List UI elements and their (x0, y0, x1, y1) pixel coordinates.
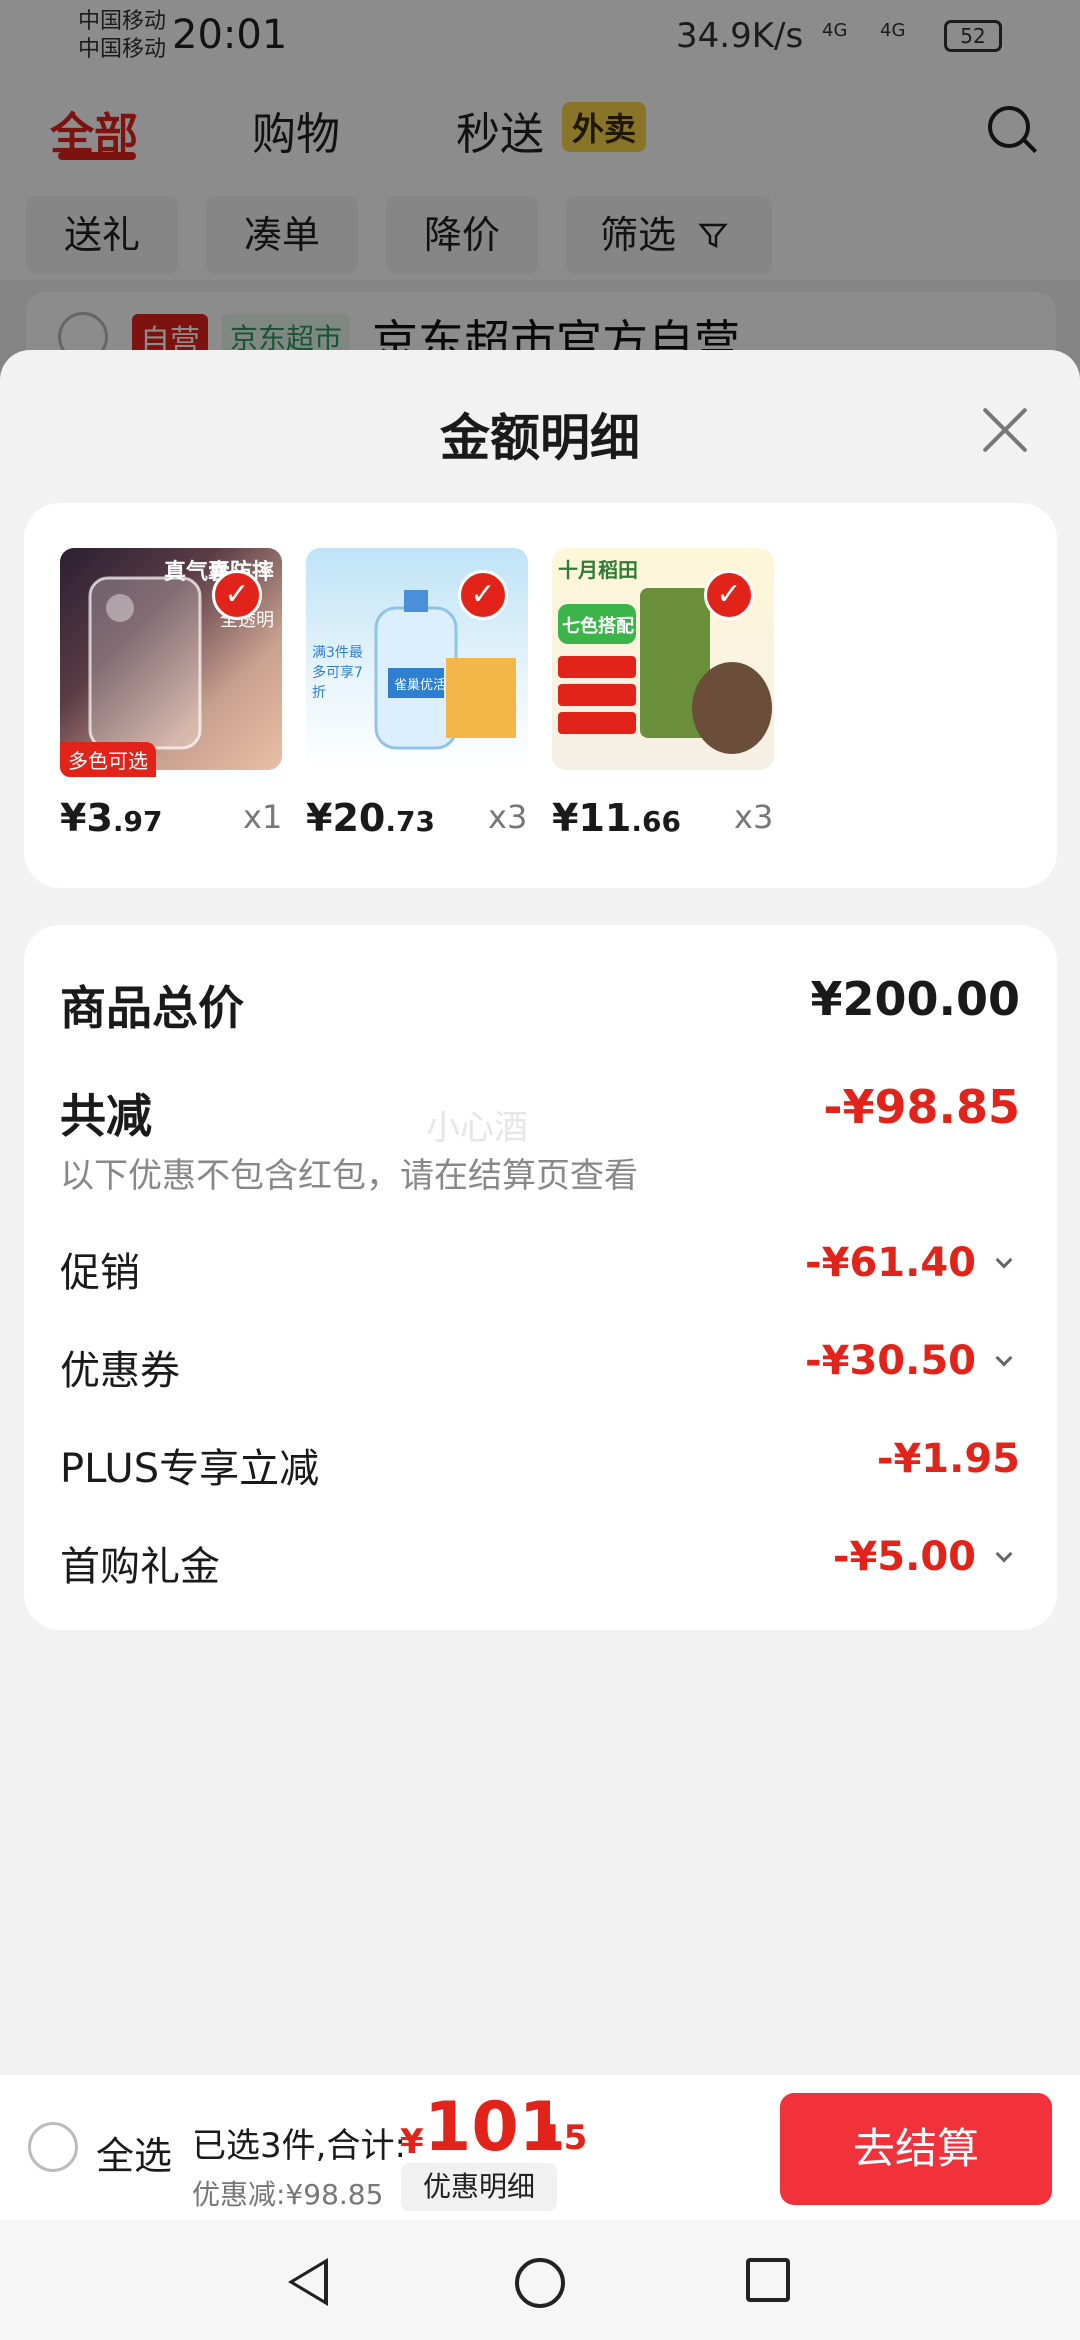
discount-note: 以下优惠不包含红包，请在结算页查看 (60, 1156, 638, 1196)
product-image-text: 七色搭配 (562, 616, 634, 637)
product-price: ¥20.73 (306, 796, 435, 840)
product-price: ¥3.97 (60, 796, 163, 840)
coupon-label: 优惠券 (60, 1348, 180, 1394)
promotion-label: 促销 (60, 1250, 140, 1296)
product-price: ¥11.66 (552, 796, 681, 840)
product-quantity: x1 (243, 798, 283, 836)
coupon-value[interactable]: -¥30.50 (805, 1338, 976, 1384)
total-reduction-value: -¥98.85 (823, 1080, 1020, 1134)
product-checked-icon[interactable]: ✓ (704, 570, 754, 620)
select-all-radio[interactable] (28, 2122, 78, 2172)
product-brand-text: 十月稻田 (558, 558, 638, 582)
total-reduction-label: 共减 (60, 1089, 152, 1143)
sheet-title: 金额明细 (440, 409, 640, 467)
product-checked-icon[interactable]: ✓ (458, 570, 508, 620)
select-all-label[interactable]: 全选 (96, 2125, 172, 2180)
total-price-value: ¥200.00 (810, 972, 1020, 1026)
product-quantity: x3 (488, 798, 528, 836)
watermark-text: 小心酒 (426, 1108, 528, 1148)
discount-amount-text: 优惠减:¥98.85 (192, 2178, 384, 2211)
total-price-label: 商品总价 (60, 981, 244, 1035)
total-amount-cents: .15 (527, 2118, 588, 2158)
checkout-button[interactable]: 去结算 (780, 2093, 1052, 2205)
discount-detail-button[interactable]: 优惠明细 (401, 2163, 557, 2211)
total-currency: ¥ (400, 2122, 424, 2162)
close-icon[interactable] (975, 400, 1035, 460)
multi-color-tag: 多色可选 (60, 742, 156, 777)
plus-discount-value: -¥1.95 (876, 1436, 1020, 1482)
first-purchase-gift-value[interactable]: -¥5.00 (833, 1534, 976, 1580)
product-quantity: x3 (734, 798, 774, 836)
product-brand-text: 雀巢优活 (394, 678, 447, 693)
product-checked-icon[interactable]: ✓ (212, 570, 262, 620)
back-icon[interactable] (288, 2258, 328, 2306)
first-purchase-gift-label: 首购礼金 (60, 1544, 220, 1590)
home-icon[interactable] (515, 2258, 565, 2308)
selected-count-text: 已选3件,合计: (192, 2126, 406, 2166)
plus-discount-label: PLUS专享立减 (60, 1446, 320, 1492)
product-image-text: 满3件最多可享7折 (312, 645, 363, 701)
recent-apps-icon[interactable] (746, 2258, 790, 2302)
promotion-value[interactable]: -¥61.40 (805, 1240, 976, 1286)
